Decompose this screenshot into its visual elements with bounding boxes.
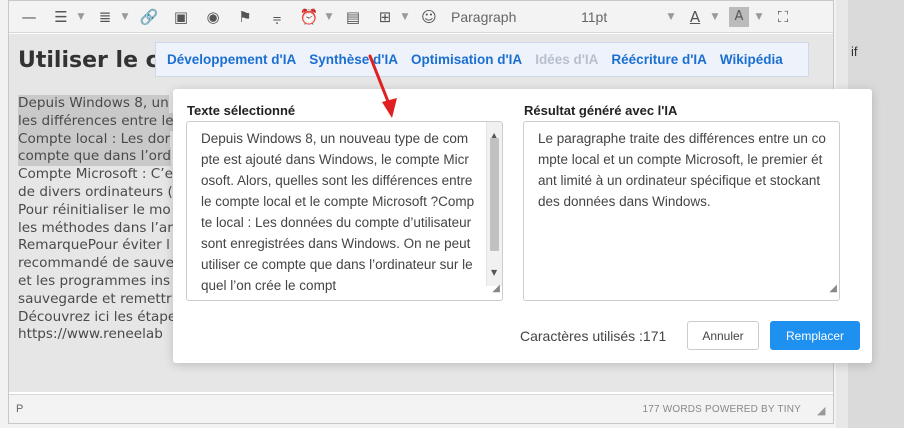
ai-result-dialog: Texte sélectionné Résultat généré avec l… <box>173 89 872 363</box>
numbered-list-icon[interactable]: ≣ <box>95 7 115 27</box>
textarea-resize-grip-icon[interactable]: ◢ <box>492 278 500 299</box>
element-path[interactable]: P <box>16 403 23 415</box>
page: if — ☰ ▼ ≣ ▼ 🔗 ▣ ◉ ⚑ ⩦ ⏰ ▼ ▤ ⊞ ▼ ☺ Parag… <box>0 0 904 428</box>
side-text-fragment: if <box>851 44 858 59</box>
tab-ai-optimization[interactable]: Optimisation d'IA <box>411 52 522 67</box>
bullet-list-icon[interactable]: ☰ <box>51 7 71 27</box>
selected-text-label: Texte sélectionné <box>187 103 296 118</box>
media-icon[interactable]: ▤ <box>343 7 363 27</box>
selected-text-area[interactable]: Depuis Windows 8, un nouveau type de com… <box>186 121 503 301</box>
textarea-resize-grip-icon[interactable]: ◢ <box>829 278 837 299</box>
cancel-button[interactable]: Annuler <box>687 321 759 350</box>
ai-result-content: Le paragraphe traite des différences ent… <box>538 131 826 209</box>
alarm-clock-icon[interactable]: ⏰ <box>299 7 319 27</box>
tab-ai-development[interactable]: Développement d'IA <box>167 52 296 67</box>
table-icon[interactable]: ⊞ <box>375 7 395 27</box>
ai-menu-bar: Développement d'IA Synthèse d'IA Optimis… <box>155 42 809 77</box>
characters-used: Caractères utilisés :171 <box>520 328 667 344</box>
paragraph-format-select[interactable]: Paragraph <box>451 9 569 25</box>
page-break-icon[interactable]: ⩦ <box>267 7 287 27</box>
annotation-arrow-icon <box>368 54 397 118</box>
ai-result-textarea[interactable]: Le paragraphe traite des différences ent… <box>523 121 840 301</box>
bullet-list-caret-icon[interactable]: ▼ <box>77 7 85 27</box>
selected-text-content: Depuis Windows 8, un nouveau type de com… <box>201 131 475 293</box>
font-size-caret-icon[interactable]: ▼ <box>667 7 675 27</box>
font-size-select[interactable]: 11pt <box>581 9 661 25</box>
datetime-caret-icon[interactable]: ▼ <box>325 7 333 27</box>
text-color-icon[interactable]: A <box>685 7 705 27</box>
resize-handle-icon[interactable]: ◢ <box>817 405 829 417</box>
document-heading: Utiliser le co <box>18 48 174 73</box>
tab-wikipedia[interactable]: Wikipédia <box>720 52 783 67</box>
fullscreen-icon[interactable]: ⛶ <box>773 7 793 27</box>
editor-statusbar: P 177 WORDS POWERED BY TINY ◢ <box>9 394 833 423</box>
image-icon[interactable]: ▣ <box>171 7 191 27</box>
horizontal-rule-icon[interactable]: — <box>19 7 39 27</box>
replace-button[interactable]: Remplacer <box>770 321 860 350</box>
link-icon[interactable]: 🔗 <box>139 7 159 27</box>
table-caret-icon[interactable]: ▼ <box>401 7 409 27</box>
tab-ai-rewrite[interactable]: Réécriture d'IA <box>611 52 707 67</box>
text-color-caret-icon[interactable]: ▼ <box>711 7 719 27</box>
tab-ai-ideas: Idées d'IA <box>535 52 599 67</box>
word-count: 177 WORDS POWERED BY TINY <box>642 404 801 415</box>
bookmark-icon[interactable]: ⚑ <box>235 7 255 27</box>
ai-result-label: Résultat généré avec l'IA <box>524 103 678 118</box>
scrollbar-thumb[interactable] <box>490 138 499 251</box>
background-color-icon[interactable]: A <box>729 6 749 27</box>
selected-text-scrollbar[interactable]: ▲ ▼ <box>486 122 502 286</box>
emoji-icon[interactable]: ☺ <box>419 7 439 27</box>
background-color-caret-icon[interactable]: ▼ <box>755 7 763 27</box>
numbered-list-caret-icon[interactable]: ▼ <box>121 7 129 27</box>
preview-eye-icon[interactable]: ◉ <box>203 7 223 27</box>
editor-toolbar: — ☰ ▼ ≣ ▼ 🔗 ▣ ◉ ⚑ ⩦ ⏰ ▼ ▤ ⊞ ▼ ☺ Paragrap… <box>9 1 833 33</box>
